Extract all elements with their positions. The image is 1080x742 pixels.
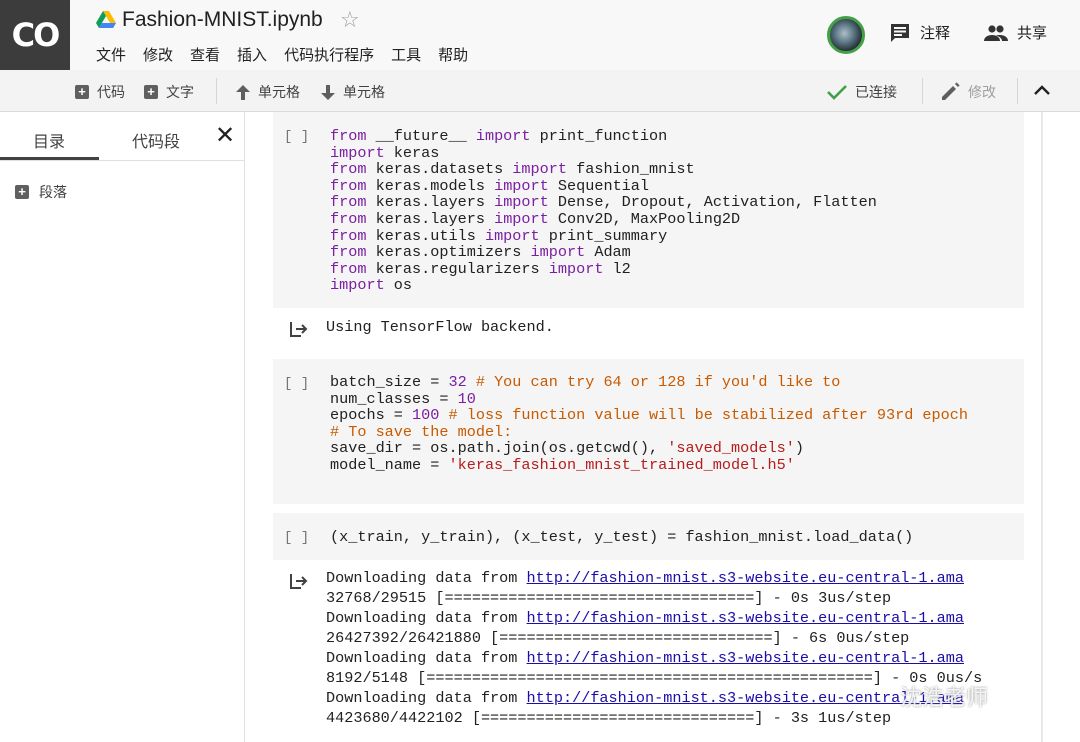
code-line: from keras.layers import Conv2D, MaxPool… xyxy=(330,209,741,228)
sidebar-divider xyxy=(0,160,245,161)
add-code-button[interactable]: + 代码 xyxy=(75,82,125,102)
notebook-toolbar: + 代码 + 文字 单元格 单元格 已连接 修改 xyxy=(0,70,1080,112)
pencil-icon xyxy=(942,82,960,100)
code-line: # To save the model: xyxy=(330,422,513,441)
add-box-icon: + xyxy=(75,85,89,99)
sidebar-item-section[interactable]: + 段落 xyxy=(15,182,67,202)
move-cell-up-label: 单元格 xyxy=(258,84,300,100)
arrow-down-icon xyxy=(321,84,335,100)
colab-logo[interactable]: CO xyxy=(0,0,70,70)
output-line: Downloading data from http://fashion-mni… xyxy=(326,689,964,707)
comment-label: 注释 xyxy=(920,25,951,42)
code-line: from __future__ import print_function xyxy=(330,127,668,145)
run-cell-button[interactable]: [ ] xyxy=(284,129,309,145)
output-line: 4423680/4422102 [=======================… xyxy=(326,709,892,727)
sidebar: 目录 代码段 ✕ + 段落 xyxy=(0,112,245,742)
add-text-label: 文字 xyxy=(166,84,194,100)
code-editor[interactable]: (x_train, y_train), (x_test, y_test) = f… xyxy=(330,529,913,546)
output-line: Downloading data from http://fashion-mni… xyxy=(326,649,964,667)
code-line: save_dir = os.path.join(os.getcwd(), 'sa… xyxy=(330,439,804,458)
code-editor[interactable]: from __future__ import print_function im… xyxy=(330,128,877,294)
move-cell-down-button[interactable]: 单元格 xyxy=(321,82,385,102)
code-cell[interactable]: [ ] batch_size = 32 # You can try 64 or … xyxy=(273,359,1024,504)
code-editor[interactable]: batch_size = 32 # You can try 64 or 128 … xyxy=(330,374,968,474)
download-link[interactable]: http://fashion-mnist.s3-website.eu-centr… xyxy=(527,569,964,587)
cell-output-text: Using TensorFlow backend. xyxy=(326,318,554,336)
menu-edit[interactable]: 修改 xyxy=(143,44,173,65)
output-line: Downloading data from http://fashion-mni… xyxy=(326,569,964,587)
menu-help[interactable]: 帮助 xyxy=(438,44,468,65)
tab-code-snippets[interactable]: 代码段 xyxy=(132,128,180,152)
user-avatar[interactable] xyxy=(827,16,865,54)
notebook-scrollbar[interactable] xyxy=(1041,112,1043,742)
comment-button[interactable]: 注释 xyxy=(889,22,950,43)
add-code-label: 代码 xyxy=(97,84,125,100)
share-label: 共享 xyxy=(1017,25,1048,42)
output-line: Downloading data from http://fashion-mni… xyxy=(326,609,964,627)
download-link[interactable]: http://fashion-mnist.s3-website.eu-centr… xyxy=(527,649,964,667)
output-line: 26427392/26421880 [=====================… xyxy=(326,629,910,647)
star-icon[interactable]: ☆ xyxy=(340,7,360,33)
code-line: epochs = 100 # loss function value will … xyxy=(330,406,968,425)
code-line: import os xyxy=(330,276,413,295)
check-icon xyxy=(827,85,847,100)
code-line: from keras.utils import print_summary xyxy=(330,226,668,245)
menu-insert[interactable]: 插入 xyxy=(237,44,267,65)
code-line: from keras.optimizers import Adam xyxy=(330,243,631,262)
code-line: from keras.datasets import fashion_mnist xyxy=(330,160,695,179)
move-cell-up-button[interactable]: 单元格 xyxy=(236,82,300,102)
toolbar-divider xyxy=(922,78,923,104)
output-arrow-icon[interactable] xyxy=(288,320,308,338)
output-arrow-icon[interactable] xyxy=(288,572,308,590)
people-icon xyxy=(984,24,1008,41)
download-link[interactable]: http://fashion-mnist.s3-website.eu-centr… xyxy=(527,609,964,627)
app-header: CO Fashion-MNIST.ipynb ☆ 文件 修改 查看 插入 代码执… xyxy=(0,0,1080,70)
chevron-up-icon[interactable] xyxy=(1034,84,1050,96)
output-line: 32768/29515 [===========================… xyxy=(326,589,892,607)
menu-bar: 文件 修改 查看 插入 代码执行程序 工具 帮助 xyxy=(96,44,468,65)
download-link[interactable]: http://fashion-mnist.s3-website.eu-centr… xyxy=(527,689,964,707)
sidebar-item-label: 段落 xyxy=(39,184,67,200)
add-box-icon: + xyxy=(144,85,158,99)
close-icon[interactable]: ✕ xyxy=(215,121,235,150)
notebook-area: [ ] from __future__ import print_functio… xyxy=(246,112,1080,742)
watermark: 沈浩老师 xyxy=(900,685,989,710)
share-button[interactable]: 共享 xyxy=(984,22,1047,43)
code-cell[interactable]: [ ] (x_train, y_train), (x_test, y_test)… xyxy=(273,513,1024,560)
code-line: batch_size = 32 # You can try 64 or 128 … xyxy=(330,373,841,391)
connection-status-label: 已连接 xyxy=(855,84,897,100)
output-line: 8192/5148 [=============================… xyxy=(326,669,983,687)
tab-table-of-contents[interactable]: 目录 xyxy=(33,128,65,152)
code-line: model_name = 'keras_fashion_mnist_traine… xyxy=(330,455,795,474)
add-text-button[interactable]: + 文字 xyxy=(144,82,194,102)
comment-icon xyxy=(891,23,909,42)
add-box-icon: + xyxy=(15,185,29,199)
menu-runtime[interactable]: 代码执行程序 xyxy=(284,44,374,65)
code-line: (x_train, y_train), (x_test, y_test) = f… xyxy=(330,528,914,546)
menu-file[interactable]: 文件 xyxy=(96,44,126,65)
code-line: num_classes = 10 xyxy=(330,389,476,408)
move-cell-down-label: 单元格 xyxy=(343,84,385,100)
edit-label: 修改 xyxy=(968,84,996,100)
arrow-up-icon xyxy=(236,84,250,100)
code-line: import keras xyxy=(330,143,440,162)
code-line: from keras.models import Sequential xyxy=(330,176,650,195)
notebook-title[interactable]: Fashion-MNIST.ipynb xyxy=(122,8,323,32)
menu-tools[interactable]: 工具 xyxy=(391,44,421,65)
connection-status[interactable]: 已连接 xyxy=(827,82,897,102)
code-cell[interactable]: [ ] from __future__ import print_functio… xyxy=(273,112,1024,308)
run-cell-button[interactable]: [ ] xyxy=(284,376,309,392)
toolbar-divider xyxy=(216,78,217,104)
code-line: from keras.layers import Dense, Dropout,… xyxy=(330,193,877,212)
edit-button[interactable]: 修改 xyxy=(940,82,996,102)
toolbar-divider xyxy=(1017,78,1018,104)
menu-view[interactable]: 查看 xyxy=(190,44,220,65)
google-drive-icon[interactable] xyxy=(96,11,116,29)
run-cell-button[interactable]: [ ] xyxy=(284,530,309,546)
code-line: from keras.regularizers import l2 xyxy=(330,259,631,278)
